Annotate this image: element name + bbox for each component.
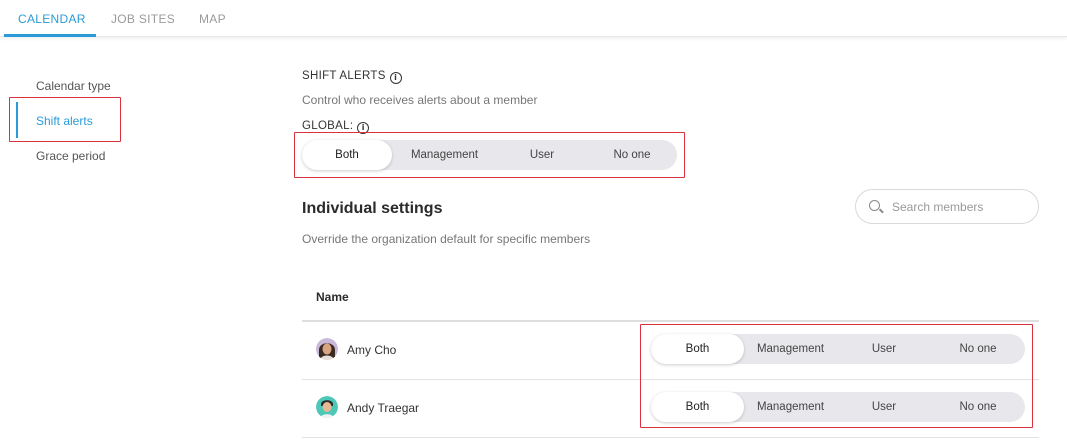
sidebar-item-calendar-type[interactable]: Calendar type — [36, 79, 111, 93]
search-members-box[interactable] — [855, 189, 1039, 224]
individual-settings-heading: Individual settings — [302, 200, 443, 217]
top-tab-bar: CALENDAR JOB SITES MAP — [0, 0, 1067, 37]
member-name: Andy Traegar — [347, 401, 420, 415]
tab-calendar[interactable]: CALENDAR — [18, 12, 86, 26]
highlight-box-sidebar — [9, 97, 121, 142]
search-input[interactable] — [892, 198, 1032, 216]
info-icon[interactable]: i — [389, 72, 402, 84]
member-name: Amy Cho — [347, 343, 397, 357]
shift-alerts-description: Control who receives alerts about a memb… — [302, 93, 538, 107]
shift-alerts-title: SHIFT ALERTS i — [302, 70, 402, 84]
highlight-box-members — [640, 324, 1033, 428]
row-divider — [302, 437, 1039, 438]
avatar — [316, 338, 338, 360]
column-header-name: Name — [316, 290, 349, 304]
avatar — [316, 396, 338, 418]
active-tab-indicator — [4, 34, 96, 37]
tab-map[interactable]: MAP — [199, 12, 226, 26]
highlight-box-global — [294, 132, 685, 178]
table-header-divider — [302, 320, 1039, 322]
search-icon — [869, 200, 880, 211]
tab-job-sites[interactable]: JOB SITES — [111, 12, 175, 26]
individual-settings-description: Override the organization default for sp… — [302, 232, 591, 246]
sidebar-item-grace-period[interactable]: Grace period — [36, 149, 105, 163]
